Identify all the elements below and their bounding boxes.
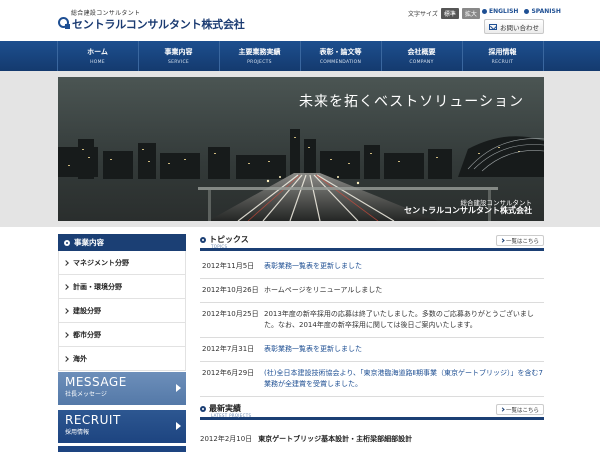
topic-row: 2012年10月26日 ホームページをリニューアルしました — [200, 279, 544, 303]
works-item-title: 東京ゲートブリッジ基本設計・主桁梁部細部設計 — [258, 435, 413, 443]
font-size-standard-button[interactable]: 標準 — [440, 8, 459, 19]
nav-item-projects[interactable]: 主要業務実績 PROJECTS — [218, 41, 300, 71]
circle-bullet-icon — [200, 236, 206, 243]
chevron-right-icon — [63, 283, 69, 290]
nav-item-service[interactable]: 事業内容 SERVICE — [137, 41, 219, 71]
arrow-right-icon — [176, 422, 181, 430]
recruit-banner-title: RECRUIT — [65, 413, 121, 427]
chevron-right-icon — [63, 259, 69, 266]
circle-bullet-icon — [64, 239, 70, 246]
chevron-right-icon — [63, 331, 69, 338]
sidebar-item-construction[interactable]: 建設分野 — [59, 299, 185, 323]
next-banner-edge — [58, 446, 186, 452]
chevron-right-icon — [500, 407, 505, 412]
topic-row: 2012年11月5日 表彰業務一覧表を更新しました — [200, 255, 544, 279]
topic-link[interactable]: (社)全日本建設技術協会より、「東京港臨海道路Ⅱ期事業（東京ゲートブリッジ）」を… — [264, 368, 544, 390]
bullet-icon — [524, 8, 530, 14]
works-date: 2012年2月10日 — [200, 435, 253, 443]
arrow-right-icon — [176, 384, 181, 392]
mail-icon — [489, 23, 497, 30]
sidebar-item-planning-environment[interactable]: 計画・環境分野 — [59, 275, 185, 299]
topics-list: 2012年11月5日 表彰業務一覧表を更新しました 2012年10月26日 ホー… — [200, 255, 544, 397]
font-size-label: 文字サイズ — [408, 11, 438, 18]
sidebar-item-management[interactable]: マネジメント分野 — [59, 251, 185, 275]
logo-company-name: セントラルコンサルタント株式会社 — [72, 18, 245, 31]
topic-date: 2012年11月5日 — [202, 262, 255, 270]
logo-mark-icon — [58, 17, 70, 29]
chevron-right-icon — [63, 355, 69, 362]
topics-header: トピックス TOPICS 一覧はこちら — [200, 234, 544, 251]
sidebar-item-urban[interactable]: 都市分野 — [59, 323, 185, 347]
message-banner[interactable]: MESSAGE 社長メッセージ — [58, 372, 186, 405]
topic-date: 2012年7月31日 — [202, 345, 255, 353]
contact-button-label: お問い合わせ — [500, 23, 539, 32]
nav-item-home[interactable]: ホーム HOME — [56, 41, 138, 71]
works-item[interactable]: 2012年2月10日 東京ゲートブリッジ基本設計・主桁梁部細部設計 — [200, 434, 544, 444]
font-size-large-button[interactable]: 拡大 — [461, 8, 480, 19]
sidebar-heading: 事業内容 — [58, 234, 186, 251]
recruit-banner-subtitle: 採用情報 — [65, 429, 90, 436]
works-list-button[interactable]: 一覧はこちら — [496, 404, 544, 415]
recruit-banner[interactable]: RECRUIT 採用情報 — [58, 410, 186, 443]
hero-caption-company: セントラルコンサルタント株式会社 — [404, 206, 532, 215]
contact-button[interactable]: お問い合わせ — [484, 19, 544, 34]
chevron-right-icon — [500, 238, 505, 243]
sidebar-service-list: マネジメント分野 計画・環境分野 建設分野 都市分野 海外 — [58, 251, 186, 371]
chevron-right-icon — [63, 307, 69, 314]
site-header: 総合建設コンサルタント セントラルコンサルタント株式会社 文字サイズ 標準 拡大… — [0, 0, 600, 41]
circle-bullet-icon — [200, 405, 206, 412]
topic-row: 2012年7月31日 表彰業務一覧表を更新しました — [200, 338, 544, 362]
works-title-en: LATEST PROJECTS — [211, 413, 252, 418]
topic-date: 2012年10月25日 — [202, 310, 259, 318]
hero-title: 未来を拓くベストソリューション — [299, 94, 524, 110]
nav-item-recruit[interactable]: 採用情報 RECRUIT — [461, 41, 544, 71]
language-links: ENGLISH SPANISH — [482, 8, 561, 15]
topic-row: 2012年6月29日 (社)全日本建設技術協会より、「東京港臨海道路Ⅱ期事業（東… — [200, 362, 544, 397]
works-header: 最新実績 LATEST PROJECTS 一覧はこちら — [200, 403, 544, 420]
topic-date: 2012年10月26日 — [202, 286, 259, 294]
lang-english-link[interactable]: ENGLISH — [482, 8, 518, 15]
topic-text: ホームページをリニューアルしました — [264, 286, 383, 294]
topics-list-button[interactable]: 一覧はこちら — [496, 235, 544, 246]
nav-item-company[interactable]: 会社概要 COMPANY — [380, 41, 462, 71]
message-banner-title: MESSAGE — [65, 375, 127, 389]
topics-title-en: TOPICS — [211, 244, 228, 249]
bullet-icon — [482, 8, 487, 14]
lang-spanish-link[interactable]: SPANISH — [524, 8, 561, 15]
topic-row: 2012年10月25日 2013年度の新卒採用の応募は終了いたしました。多数のご… — [200, 303, 544, 338]
global-nav: ホーム HOME 事業内容 SERVICE 主要業務実績 PROJECTS 表彰… — [0, 41, 600, 71]
topic-link[interactable]: 表彰業務一覧表を更新しました — [264, 344, 362, 355]
nav-item-commendation[interactable]: 表彰・論文等 COMMENDATION — [299, 41, 381, 71]
message-banner-subtitle: 社長メッセージ — [65, 391, 107, 398]
topic-date: 2012年6月29日 — [202, 369, 255, 377]
font-size-switcher: 文字サイズ 標準 拡大 — [408, 8, 480, 19]
sidebar-item-overseas[interactable]: 海外 — [59, 347, 185, 371]
topic-link[interactable]: 表彰業務一覧表を更新しました — [264, 261, 362, 272]
hero-image: 未来を拓くベストソリューション 総合建設コンサルタント セントラルコンサルタント… — [58, 77, 544, 221]
topic-text: 2013年度の新卒採用の応募は終了いたしました。多数のご応募ありがとうございまし… — [264, 310, 534, 329]
